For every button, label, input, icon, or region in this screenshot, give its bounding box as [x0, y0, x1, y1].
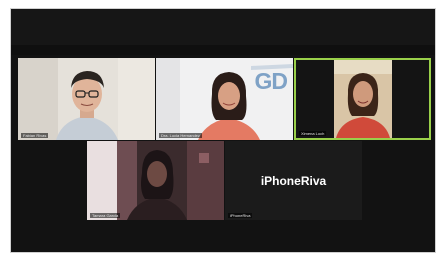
participant-name-1: Fabian Rivas — [21, 133, 49, 138]
participant-tile-4[interactable]: Tamara Garcia — [87, 141, 224, 220]
participant-video-1 — [18, 58, 155, 140]
participant-video-3 — [296, 60, 429, 138]
top-bar — [11, 9, 435, 45]
participant-name-5: iPhoneRiva — [228, 213, 253, 218]
participant-tile-2[interactable]: GD Dra. Lucia Hernandez — [156, 58, 293, 140]
participant-display-name: iPhoneRiva — [260, 174, 327, 188]
participant-tile-1[interactable]: Fabian Rivas — [18, 58, 155, 140]
participant-video-4 — [87, 141, 224, 220]
participant-tile-5[interactable]: iPhoneRiva iPhoneRiva — [225, 141, 362, 220]
participant-name-2: Dra. Lucia Hernandez — [159, 133, 202, 138]
participant-name-4: Tamara Garcia — [90, 213, 121, 218]
wall-logo: GD — [254, 68, 288, 94]
participant-name-3: Ximena Loch — [299, 131, 327, 136]
top-strip — [11, 45, 435, 55]
participant-tile-3-active[interactable]: Ximena Loch — [294, 58, 431, 140]
